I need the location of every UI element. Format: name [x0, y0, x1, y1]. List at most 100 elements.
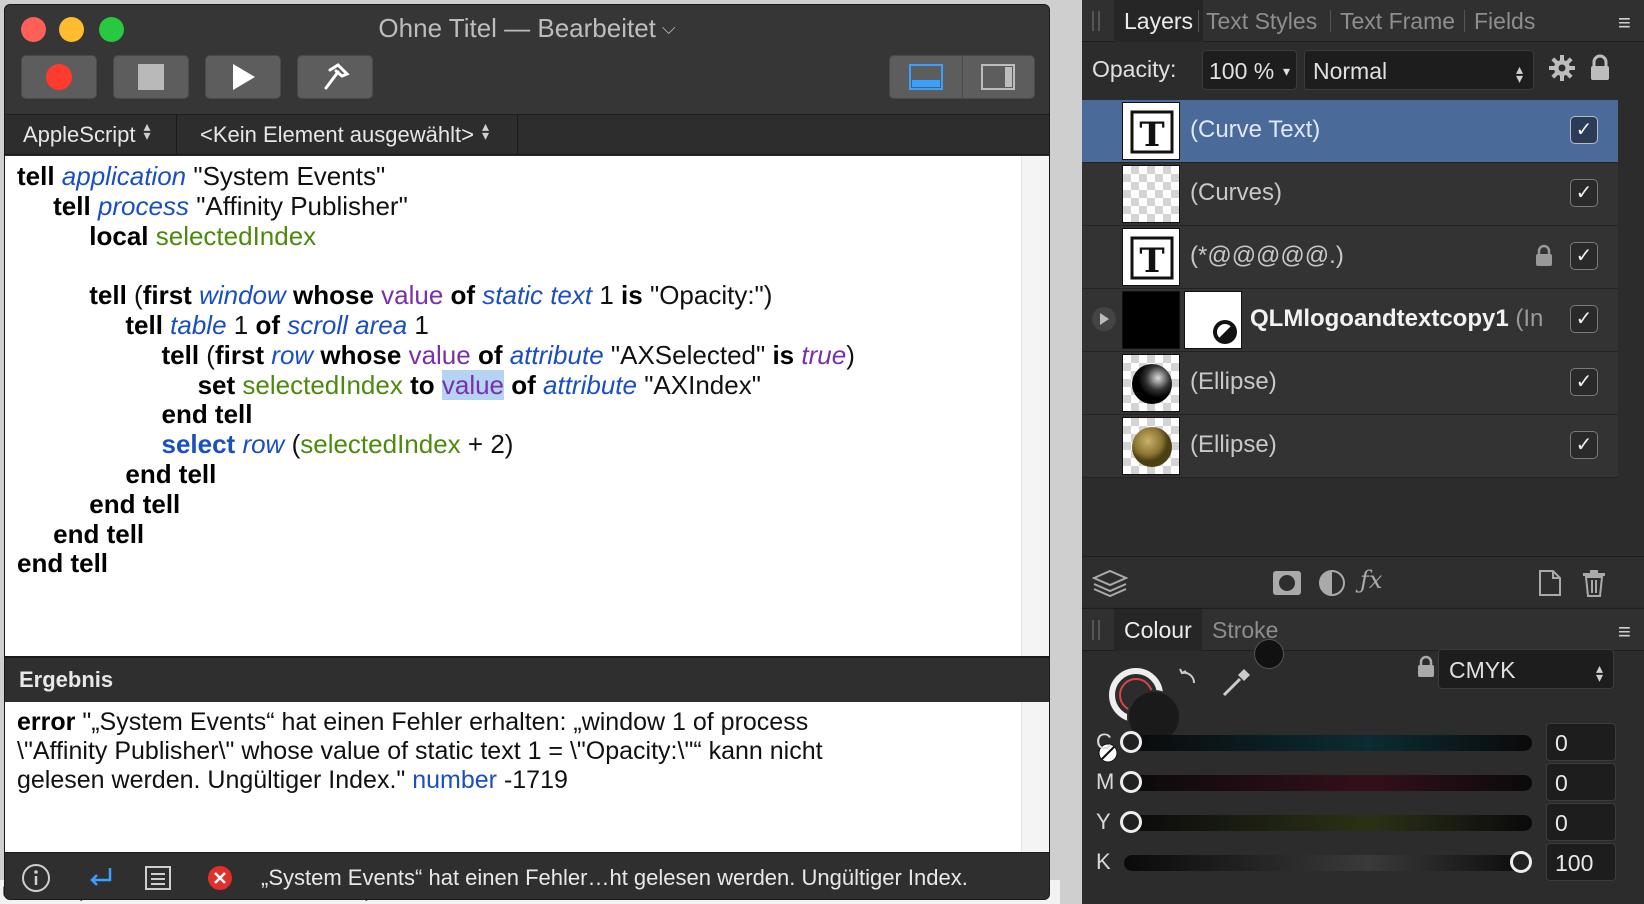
code-token: (	[134, 280, 143, 311]
eyedropper-icon[interactable]	[1220, 665, 1254, 704]
picked-colour-swatch[interactable]	[1254, 639, 1284, 669]
layer-name: (Ellipse)	[1190, 368, 1277, 396]
code-token: selectedIndex	[242, 369, 403, 400]
record-icon	[46, 64, 72, 90]
record-button[interactable]	[21, 55, 97, 99]
slider-track[interactable]	[1124, 815, 1532, 831]
script-text-area[interactable]: tell application "System Events" tell pr…	[5, 156, 1021, 656]
slider-value-field[interactable]: 0	[1546, 723, 1616, 761]
slider-track[interactable]	[1124, 855, 1532, 871]
visibility-checkbox[interactable]: ✓	[1570, 368, 1598, 396]
code-token: 1	[407, 309, 429, 340]
code-token: value	[441, 369, 505, 400]
slider-value-field[interactable]: 0	[1546, 763, 1616, 801]
stop-button[interactable]	[113, 55, 189, 99]
panel-menu-icon[interactable]: ≡	[1618, 619, 1631, 645]
mask-layer-icon[interactable]	[1272, 569, 1302, 602]
adjustment-icon[interactable]	[1318, 569, 1346, 602]
opacity-field[interactable]: 100 % ▾	[1202, 50, 1297, 90]
new-layer-icon[interactable]	[1538, 569, 1562, 602]
info-icon[interactable]	[21, 863, 51, 893]
language-popup[interactable]: AppleScript ▴ ▾	[5, 115, 177, 155]
tab-layers[interactable]: Layers	[1114, 0, 1204, 42]
lock-icon[interactable]	[1416, 655, 1436, 684]
layer-name-text: (Ellipse)	[1190, 431, 1277, 458]
slider-knob[interactable]	[1120, 771, 1142, 793]
tab-fields[interactable]: Fields	[1474, 0, 1535, 42]
slider-track[interactable]	[1124, 775, 1532, 791]
code-line: end tell	[17, 548, 1021, 579]
visibility-checkbox[interactable]: ✓	[1570, 431, 1598, 459]
slider-value-field[interactable]: 100	[1546, 843, 1616, 881]
updown-chevron-icon: ▴ ▾	[143, 118, 151, 143]
panel-grip[interactable]	[1092, 11, 1100, 31]
colour-model-popup[interactable]: CMYK ▴ ▾	[1438, 649, 1614, 689]
code-scrollbar[interactable]	[1021, 156, 1049, 656]
log-list-icon[interactable]	[143, 863, 173, 893]
code-token: of	[504, 369, 544, 400]
code-token: selectedIndex	[300, 429, 461, 460]
code-line: end tell	[17, 459, 1021, 490]
layer-row[interactable]: QLMlogoandtextcopy1 (In ✓	[1082, 289, 1618, 352]
code-token: row	[271, 339, 314, 370]
lock-icon[interactable]	[1588, 54, 1612, 88]
code-line: end tell	[17, 489, 1021, 520]
lock-icon[interactable]	[1534, 244, 1554, 273]
tab-text-styles[interactable]: Text Styles	[1206, 0, 1317, 42]
return-arrow-icon[interactable]	[85, 863, 115, 893]
layer-row[interactable]: (Ellipse) ✓	[1082, 415, 1618, 478]
layer-row[interactable]: T (*@@@@@.) ✓	[1082, 226, 1618, 289]
visibility-checkbox[interactable]: ✓	[1570, 305, 1598, 333]
fx-icon[interactable]: ƒx	[1360, 566, 1382, 594]
layer-thumbnail	[1122, 165, 1180, 223]
tab-colour[interactable]: Colour	[1114, 609, 1202, 651]
code-token: window	[199, 280, 286, 311]
panel-menu-icon[interactable]: ≡	[1618, 10, 1631, 36]
slider-knob[interactable]	[1120, 731, 1142, 753]
panel-grip[interactable]	[1092, 620, 1100, 640]
visibility-checkbox[interactable]: ✓	[1570, 179, 1598, 207]
visibility-checkbox[interactable]: ✓	[1570, 242, 1598, 270]
updown-chevron-icon: ▴ ▾	[1515, 61, 1523, 86]
slider-row-c: C0	[1082, 723, 1644, 763]
show-sidebar-button[interactable]	[961, 56, 1035, 98]
code-token: local	[89, 220, 156, 251]
script-code: tell application "System Events" tell pr…	[5, 156, 1021, 579]
visibility-checkbox[interactable]: ✓	[1570, 116, 1598, 144]
slider-knob[interactable]	[1120, 811, 1142, 833]
blend-mode-value: Normal	[1313, 58, 1388, 84]
layer-name-text: (Curves)	[1190, 179, 1283, 206]
layer-type-suffix: (In	[1508, 305, 1544, 332]
layer-row[interactable]: T (Curve Text) ✓	[1082, 100, 1618, 163]
layer-row[interactable]: (Ellipse) ✓	[1082, 352, 1618, 415]
code-token: )	[846, 339, 855, 370]
result-text-area[interactable]: error "„System Events“ hat einen Fehler …	[5, 702, 1021, 852]
slider-row-k: K 100	[1082, 843, 1644, 883]
trash-icon[interactable]	[1582, 569, 1606, 602]
show-result-pane-button[interactable]	[890, 56, 962, 98]
window-title[interactable]: Ohne Titel — Bearbeitet ⌵	[5, 13, 1049, 44]
compile-button[interactable]	[297, 55, 373, 99]
chevron-down-icon[interactable]: ▾	[1283, 51, 1290, 91]
tab-text-frame[interactable]: Text Frame	[1340, 0, 1455, 42]
slider-knob[interactable]	[1510, 851, 1532, 873]
code-token: "AXSelected"	[603, 339, 773, 370]
layers-stack-icon[interactable]	[1091, 569, 1129, 602]
layer-thumbnail: T	[1122, 228, 1180, 286]
run-button[interactable]	[205, 55, 281, 99]
code-token: whose	[313, 339, 409, 370]
chevron-down-icon: ⌵	[661, 18, 676, 38]
slider-value-field[interactable]: 0	[1546, 803, 1616, 841]
layer-thumbnail: T	[1122, 102, 1180, 160]
slider-track[interactable]	[1124, 735, 1532, 751]
blend-mode-popup[interactable]: Normal ▴ ▾	[1304, 50, 1534, 90]
gear-icon[interactable]	[1548, 54, 1576, 88]
expand-arrow-icon[interactable]	[1092, 307, 1116, 331]
element-popup[interactable]: <Kein Element ausgewählt> ▴ ▾	[178, 115, 518, 155]
code-token: attribute	[509, 339, 604, 370]
layer-row[interactable]: (Curves) ✓	[1082, 163, 1618, 226]
result-scrollbar[interactable]	[1021, 702, 1049, 852]
